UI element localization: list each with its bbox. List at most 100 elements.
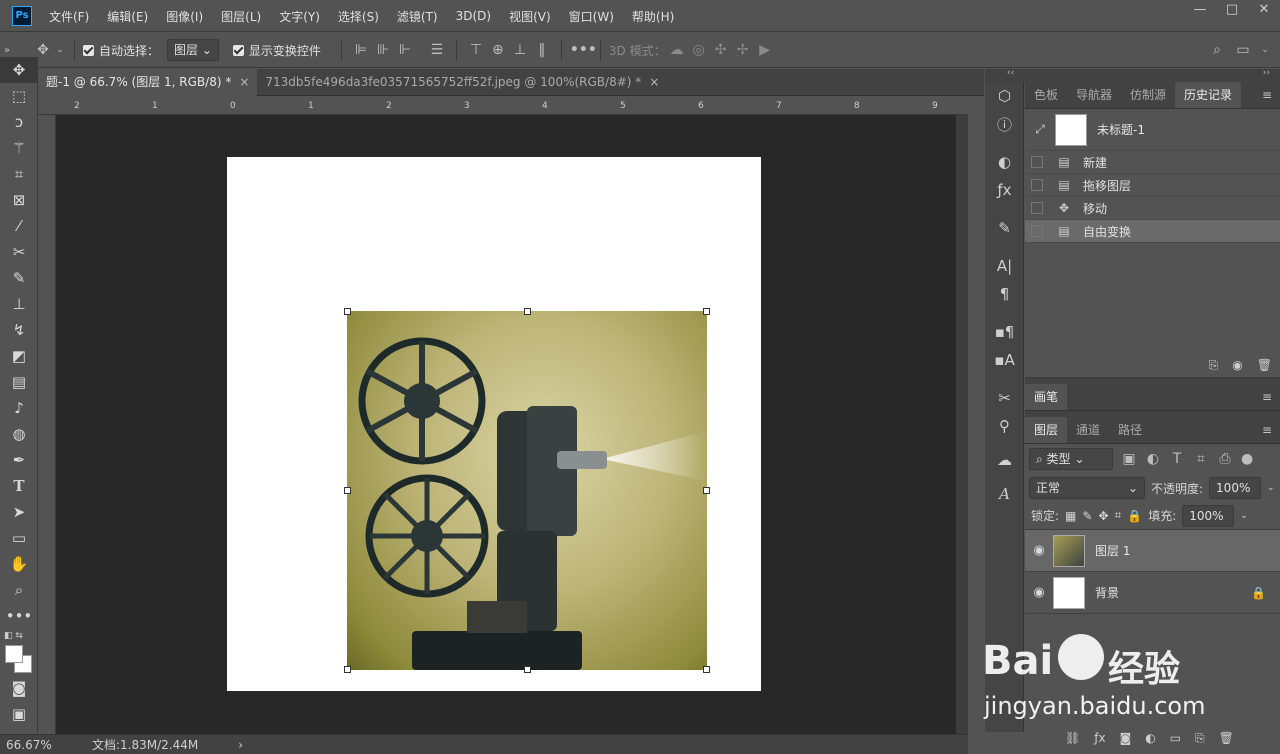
panel-menu-icon[interactable]: ≡ (1262, 390, 1272, 404)
default-colors-icon[interactable]: ◧ ⇆ (4, 631, 23, 641)
more-tools[interactable]: ••• (0, 603, 38, 629)
blur-tool[interactable]: ♪ (0, 395, 38, 421)
maximize-button[interactable]: □ (1216, 0, 1248, 22)
transform-handle[interactable] (344, 487, 351, 494)
transform-handle[interactable] (703, 487, 710, 494)
align-vcenter-icon[interactable]: ⊕ (487, 42, 509, 58)
align-bottom-icon[interactable]: ⊥ (509, 42, 531, 58)
roll-3d-icon[interactable]: ◎ (688, 42, 710, 58)
adjustment-layer-icon[interactable]: ◐ (1145, 731, 1155, 746)
zoom-tool[interactable]: ⌕ (0, 577, 38, 603)
collapse-icon[interactable]: » (0, 45, 14, 56)
more-icon[interactable]: ••• (570, 42, 597, 58)
fill-input[interactable]: 100% (1182, 504, 1235, 527)
hand-tool[interactable]: ✋ (0, 551, 38, 577)
filter-kind-dropdown[interactable]: ⌕ 类型 ⌄ (1029, 448, 1113, 470)
character-styles-button[interactable]: ▪A (985, 346, 1024, 374)
gradient-tool[interactable]: ▤ (0, 369, 38, 395)
menu-window[interactable]: 窗口(W) (560, 8, 623, 25)
transform-handle[interactable] (344, 308, 351, 315)
transform-handle[interactable] (703, 666, 710, 673)
collapse-icon[interactable]: ‹‹ (1007, 68, 1014, 78)
menu-filter[interactable]: 滤镜(T) (388, 8, 447, 25)
history-checkbox[interactable] (1031, 156, 1043, 168)
chevron-down-icon[interactable]: ⌄ (54, 45, 66, 55)
zoom-level[interactable]: 66.67% (6, 738, 86, 752)
filter-adjustment-icon[interactable]: ◐ (1145, 451, 1161, 467)
new-layer-icon[interactable]: ⎘ (1195, 731, 1205, 746)
transform-handle[interactable] (524, 308, 531, 315)
info-panel-button[interactable]: ⓘ (985, 110, 1024, 138)
marquee-tool[interactable]: ⬚ (0, 83, 38, 109)
history-snapshot[interactable]: ⤢ 未标题-1 (1025, 109, 1280, 151)
lock-position-icon[interactable]: ✥ (1098, 509, 1108, 523)
chevron-down-icon[interactable]: ⌄ (1267, 483, 1275, 493)
close-button[interactable]: ✕ (1248, 0, 1280, 22)
tab-paths[interactable]: 路径 (1109, 417, 1151, 443)
eyedropper-tool[interactable]: ⁄ (0, 213, 38, 239)
move-tool[interactable]: ✥ (0, 57, 38, 83)
new-document-icon[interactable]: ⎘ (1209, 358, 1219, 373)
layer-name[interactable]: 图层 1 (1095, 542, 1130, 559)
tab-history[interactable]: 历史记录 (1175, 82, 1242, 108)
tab-untitled[interactable]: 题-1 @ 66.7% (图层 1, RGB/8) * × (38, 69, 258, 96)
trash-icon[interactable]: 🗑 (1257, 358, 1272, 373)
paragraph-styles-button[interactable]: ▪¶ (985, 318, 1024, 346)
styles-button[interactable]: ƒx (985, 176, 1024, 204)
screen-mode-button[interactable]: ▣ (0, 701, 38, 727)
eraser-tool[interactable]: ◩ (0, 343, 38, 369)
stamp-tool[interactable]: ⊥ (0, 291, 38, 317)
properties-button[interactable]: ⚲ (985, 412, 1024, 440)
expand-icon[interactable]: ›› (1263, 68, 1270, 78)
distribute-icon[interactable]: ☰ (426, 42, 448, 58)
pen-tool[interactable]: ✒ (0, 447, 38, 473)
3d-panel-button[interactable]: ⬡ (985, 82, 1024, 110)
close-icon[interactable]: × (239, 75, 249, 89)
camera-icon[interactable]: ◉ (1232, 358, 1242, 373)
glyphs-button[interactable]: A (985, 480, 1024, 508)
color-swatches[interactable]: ◧ ⇆ (0, 629, 37, 675)
quick-mask-button[interactable]: ◙ (0, 675, 38, 701)
workspace-icon[interactable]: ▭ (1232, 42, 1254, 58)
filter-pixel-icon[interactable]: ▣ (1121, 451, 1137, 467)
opacity-input[interactable]: 100% (1209, 477, 1262, 499)
camera-3d-icon[interactable]: ▶ (754, 42, 776, 58)
menu-view[interactable]: 视图(V) (500, 8, 560, 25)
eye-icon[interactable]: ◉ (1025, 543, 1053, 558)
align-hcenter-icon[interactable]: ⊪ (372, 42, 394, 58)
menu-file[interactable]: 文件(F) (40, 8, 98, 25)
chevron-down-icon[interactable]: ⌄ (1240, 511, 1248, 521)
dodge-tool[interactable]: ◍ (0, 421, 38, 447)
distribute-v-icon[interactable]: ‖ (531, 42, 553, 58)
chevron-down-icon[interactable]: ⌄ (1258, 45, 1272, 55)
chevron-right-icon[interactable]: › (238, 738, 243, 752)
panel-menu-icon[interactable]: ≡ (1262, 423, 1272, 437)
align-left-icon[interactable]: ⊫ (350, 42, 372, 58)
tab-channels[interactable]: 通道 (1067, 417, 1109, 443)
history-item-selected[interactable]: ▤ 自由变换 (1025, 220, 1280, 243)
type-tool[interactable]: T (0, 473, 38, 499)
lock-all-icon[interactable]: 🔒 (1127, 509, 1142, 523)
menu-help[interactable]: 帮助(H) (623, 8, 683, 25)
group-icon[interactable]: ▭ (1170, 731, 1181, 746)
tab-navigator[interactable]: 导航器 (1067, 82, 1121, 108)
history-brush-tool[interactable]: ↯ (0, 317, 38, 343)
align-top-icon[interactable]: ⊤ (465, 42, 487, 58)
auto-select-checkbox[interactable] (83, 44, 94, 56)
transform-handle[interactable] (524, 666, 531, 673)
menu-image[interactable]: 图像(I) (157, 8, 212, 25)
brush-tool[interactable]: ✎ (0, 265, 38, 291)
lock-transparent-icon[interactable]: ▦ (1065, 509, 1076, 523)
history-item[interactable]: ✥ 移动 (1025, 197, 1280, 220)
projector-photo-layer[interactable] (347, 311, 707, 670)
adjustments-button[interactable]: ◐ (985, 148, 1024, 176)
history-checkbox[interactable] (1031, 179, 1043, 191)
filter-smart-icon[interactable]: ⎙ (1217, 451, 1233, 467)
tab-jpeg[interactable]: 713db5fe496da3fe03571565752ff52f.jpeg @ … (257, 69, 667, 96)
mask-icon[interactable]: ◙ (1120, 731, 1132, 746)
orbit-3d-icon[interactable]: ☁ (666, 42, 688, 58)
transform-handle[interactable] (344, 666, 351, 673)
layer-row-background[interactable]: ◉ 背景 🔒 (1025, 572, 1280, 614)
foreground-color[interactable] (5, 645, 23, 663)
frame-tool[interactable]: ⊠ (0, 187, 38, 213)
